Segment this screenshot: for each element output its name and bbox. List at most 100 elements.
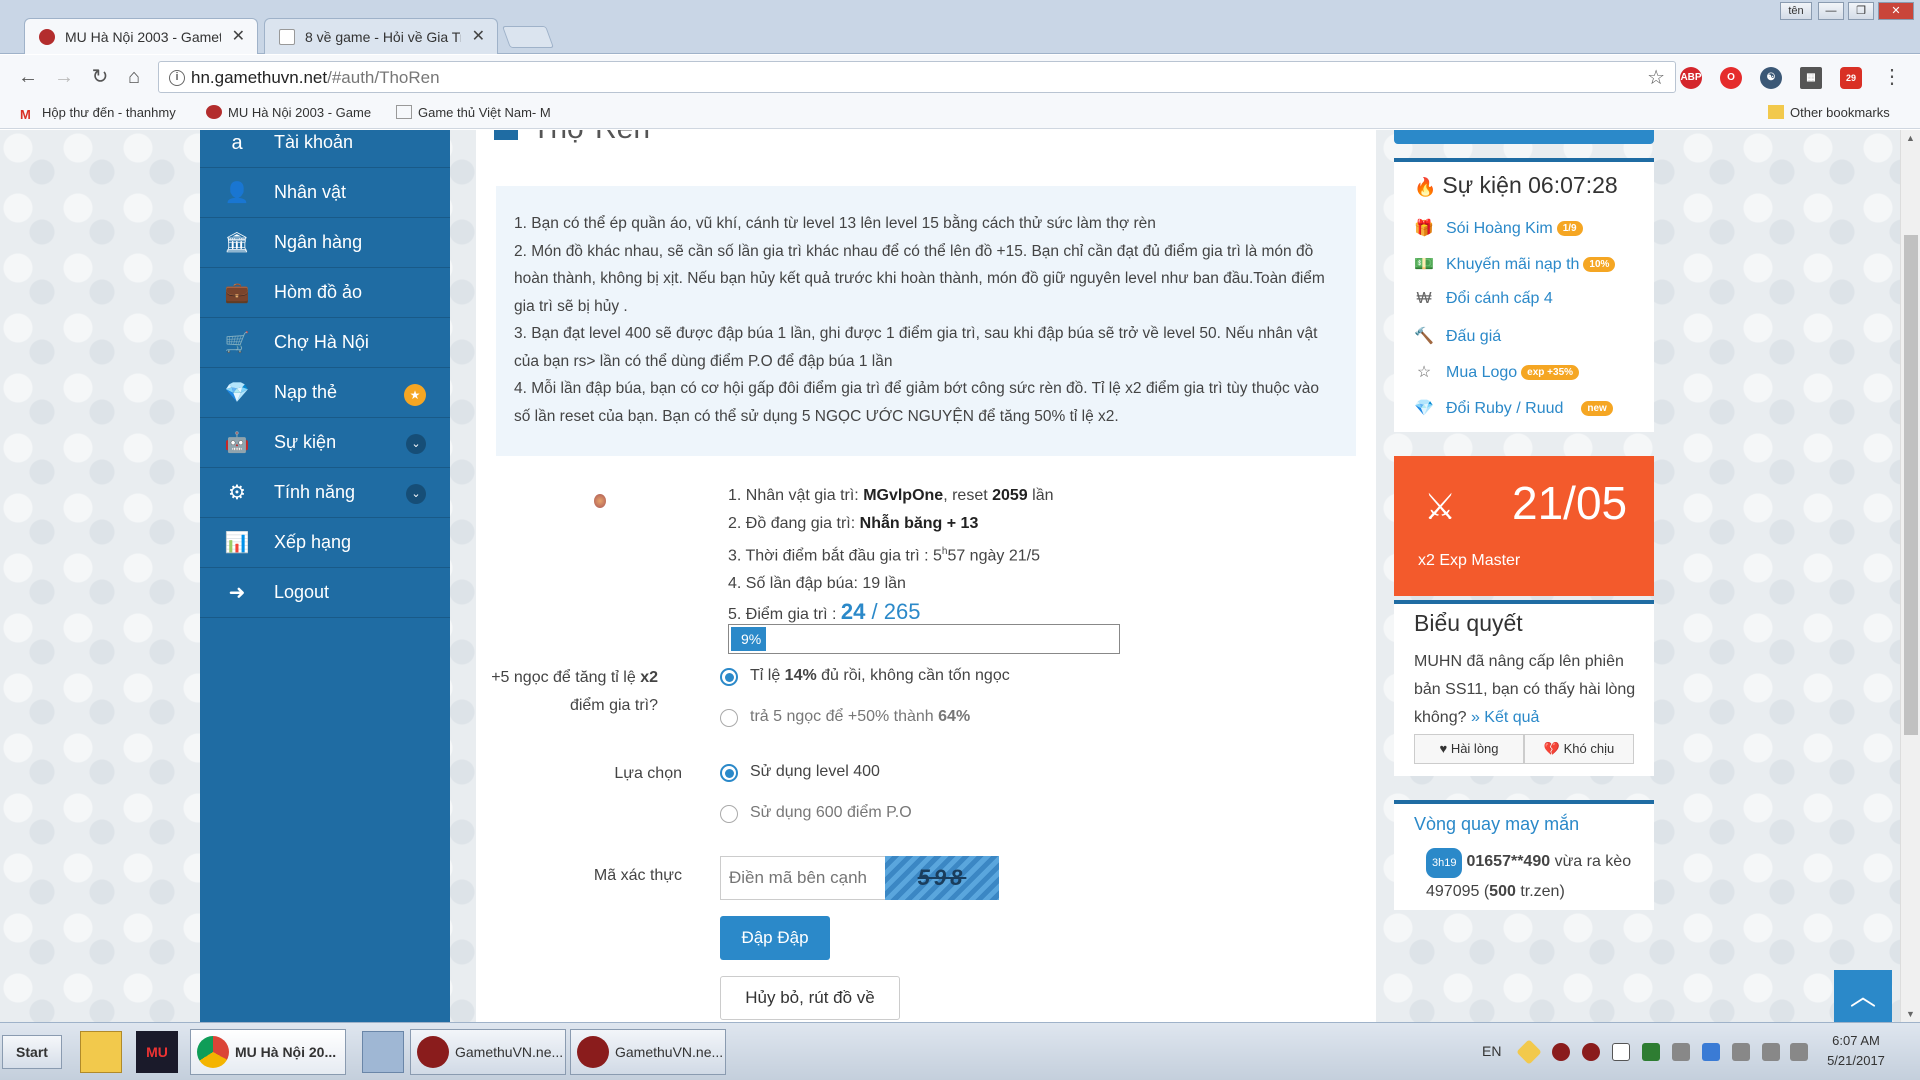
money-icon: 💵	[1414, 256, 1434, 273]
address-bar[interactable]: i hn.gamethuvn.net/#auth/ThoRen ☆	[158, 61, 1676, 93]
page-info-icon[interactable]: i	[169, 70, 185, 86]
bookmark-star-icon[interactable]: ☆	[1647, 65, 1665, 90]
taskbar-gamethuvn-1[interactable]: GamethuVN.ne...	[410, 1029, 566, 1075]
scroll-up-icon[interactable]: ▲	[1906, 133, 1915, 143]
choice-radio-level[interactable]	[720, 764, 738, 782]
tray-warning-icon[interactable]	[1516, 1039, 1542, 1065]
taskbar-chrome[interactable]: MU Hà Nội 20...	[190, 1029, 346, 1075]
android-icon: 🤖	[224, 432, 250, 454]
bookmark-label: Game thủ Việt Nam- M	[418, 105, 551, 120]
adblock-icon[interactable]: ABP	[1680, 67, 1702, 89]
scrollbar-thumb[interactable]	[1904, 235, 1918, 735]
user-profile-button[interactable]: tên	[1780, 2, 1812, 20]
tab-close-icon[interactable]: ✕	[232, 19, 245, 54]
scroll-down-icon[interactable]: ▼	[1906, 1009, 1915, 1019]
taskbar-clock[interactable]: 6:07 AM 5/21/2017	[1816, 1031, 1896, 1071]
sidebar-item-account[interactable]: a Tài khoản	[200, 130, 450, 168]
menu-icon[interactable]: ⋮	[1878, 63, 1906, 91]
tray-mu-icon[interactable]	[1582, 1043, 1600, 1061]
poll-title: Biểu quyết	[1414, 610, 1523, 636]
home-icon[interactable]: ⌂	[120, 63, 148, 91]
sidebar-item-label: Sự kiện	[274, 432, 337, 452]
tray-volume-icon[interactable]	[1672, 1043, 1690, 1061]
tray-e-icon[interactable]	[1612, 1043, 1630, 1061]
chevron-down-icon[interactable]: ⌄	[406, 484, 426, 504]
sidebar-item-ranking[interactable]: 📊 Xếp hạng	[200, 518, 450, 568]
sidebar-item-market[interactable]: 🛒 Chợ Hà Nội	[200, 318, 450, 368]
x2-question-label: +5 ngọc để tăng tỉ lệ x2 điểm gia trì?	[491, 669, 658, 714]
bookmark-label: MU Hà Nội 2003 - Game	[228, 105, 372, 120]
sidebar-item-features[interactable]: ⚙ Tính năng ⌄	[200, 468, 450, 518]
calculator-icon[interactable]	[362, 1031, 404, 1073]
choice-level-label[interactable]: Sử dụng level 400	[750, 763, 880, 781]
tab-close-icon[interactable]: ✕	[472, 19, 485, 54]
bookmark-gmail[interactable]: M Hộp thư đến - thanhmy	[20, 105, 176, 122]
scroll-to-top-button[interactable]: ︿	[1834, 970, 1892, 1022]
captcha-input[interactable]	[720, 856, 886, 900]
maximize-button[interactable]: ❐	[1848, 2, 1874, 20]
event-item[interactable]: 💎 Đổi Ruby / Ruud new	[1414, 398, 1613, 418]
bookmark-mu-hanoi[interactable]: MU Hà Nội 2003 - Game	[206, 105, 371, 120]
opera-vpn-icon[interactable]: O	[1720, 67, 1742, 89]
minimize-button[interactable]: —	[1818, 2, 1844, 20]
new-tab-button[interactable]	[501, 26, 555, 48]
qr-code-icon[interactable]: ▦	[1800, 67, 1822, 89]
sidebar-item-topup[interactable]: 💎 Nạp thẻ ★	[200, 368, 450, 418]
bookmark-gamethu[interactable]: Game thủ Việt Nam- M	[396, 105, 551, 120]
choice-po-label[interactable]: Sử dụng 600 điểm P.O	[750, 804, 912, 822]
forward-icon[interactable]: →	[50, 63, 78, 91]
chevron-down-icon[interactable]: ⌄	[406, 434, 426, 454]
event-item[interactable]: 🎁 Sói Hoàng Kim 1/9	[1414, 218, 1583, 238]
chrome-icon	[197, 1036, 229, 1068]
sidebar-item-events[interactable]: 🤖 Sự kiện ⌄	[200, 418, 450, 468]
taskbar-gamethuvn-2[interactable]: GamethuVN.ne...	[570, 1029, 726, 1075]
extension-icon[interactable]: ☯	[1760, 67, 1782, 89]
explorer-icon[interactable]	[80, 1031, 122, 1073]
event-item[interactable]: ☆ Mua Logo exp +35%	[1414, 362, 1580, 382]
sidebar-item-label: Hòm đồ ảo	[274, 282, 363, 302]
gears-icon: ⚙	[228, 482, 246, 504]
tray-mu-icon[interactable]	[1552, 1043, 1570, 1061]
gift-icon: 🎁	[1414, 220, 1434, 237]
lucky-wheel-panel: Vòng quay may mắn 3h19 01657**490 vừa ra …	[1394, 800, 1654, 910]
poll-results-link[interactable]: » Kết quả	[1471, 709, 1540, 726]
start-button[interactable]: Start	[2, 1035, 62, 1069]
tab-game-question[interactable]: 8 về game - Hỏi về Gia Trì ✕	[264, 18, 498, 54]
taskbar: Start MU MU Hà Nội 20... GamethuVN.ne...…	[0, 1022, 1920, 1080]
tray-signal-icon[interactable]	[1762, 1043, 1780, 1061]
x2-radio-no-gem[interactable]	[720, 668, 738, 686]
close-window-button[interactable]: ✕	[1878, 2, 1914, 20]
x2-option-no-gem-label[interactable]: Tỉ lệ 14% đủ rồi, không cần tốn ngọc	[750, 667, 1010, 685]
x2-radio-use-gem[interactable]	[720, 709, 738, 727]
reload-icon[interactable]: ↻	[86, 63, 114, 91]
event-item[interactable]: 💵 Khuyến mãi nạp th 10%	[1414, 254, 1616, 274]
poll-satisfied-button[interactable]: ♥ Hài lòng	[1414, 734, 1524, 764]
sidebar: a Tài khoản 👤 Nhân vật 🏛 Ngân hàng 💼 Hòm đồ …	[200, 130, 450, 1022]
language-indicator[interactable]: EN	[1482, 1043, 1501, 1059]
event-item[interactable]: ₩ Đổi cánh cấp 4	[1414, 290, 1552, 308]
promo-banner[interactable]: ⚔ 21/05 x2 Exp Master	[1394, 456, 1654, 596]
url-host: hn.gamethuvn.net	[191, 68, 328, 87]
hammer-button[interactable]: Đập Đập	[720, 916, 830, 960]
back-icon[interactable]: ←	[14, 63, 42, 91]
event-item[interactable]: 🔨 Đấu giá	[1414, 326, 1501, 346]
sidebar-item-virtual-chest[interactable]: 💼 Hòm đồ ảo	[200, 268, 450, 318]
poll-unhappy-button[interactable]: 💔 Khó chịu	[1524, 734, 1634, 764]
page-scrollbar[interactable]: ▲ ▼	[1900, 130, 1920, 1022]
tray-network-icon[interactable]	[1702, 1043, 1720, 1061]
tray-flag-icon[interactable]	[1732, 1043, 1750, 1061]
wheel-title[interactable]: Vòng quay may mắn	[1414, 814, 1579, 835]
choice-radio-po[interactable]	[720, 805, 738, 823]
sidebar-item-character[interactable]: 👤 Nhân vật	[200, 168, 450, 218]
other-bookmarks[interactable]: Other bookmarks	[1768, 105, 1890, 120]
x2-option-use-gem-label[interactable]: trả 5 ngọc để +50% thành 64%	[750, 708, 970, 726]
top-action-button[interactable]	[1394, 130, 1654, 144]
tab-mu-hanoi[interactable]: MU Hà Nội 2003 - Gameth ✕	[24, 18, 258, 54]
sidebar-item-logout[interactable]: ➜ Logout	[200, 568, 450, 618]
mu-game-icon[interactable]: MU	[136, 1031, 178, 1073]
cancel-withdraw-button[interactable]: Hủy bỏ, rút đồ về	[720, 976, 900, 1020]
sidebar-item-bank[interactable]: 🏛 Ngân hàng	[200, 218, 450, 268]
tray-speaker-icon[interactable]	[1790, 1043, 1808, 1061]
tray-nvidia-icon[interactable]	[1642, 1043, 1660, 1061]
notifications-icon[interactable]: 29	[1840, 67, 1862, 89]
